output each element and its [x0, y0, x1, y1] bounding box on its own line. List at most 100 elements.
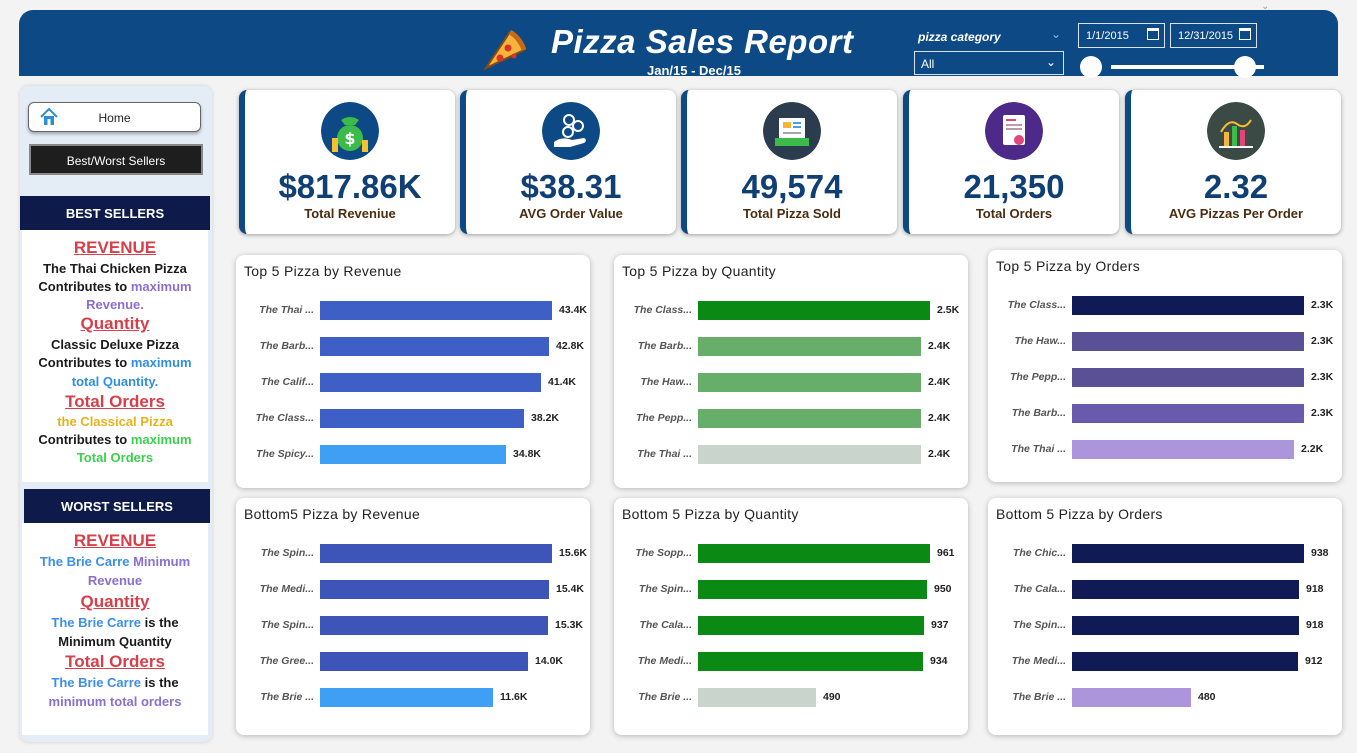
category-select[interactable]: All ⌄ [914, 51, 1064, 75]
best-worst-sellers-button[interactable]: Best/Worst Sellers [29, 144, 203, 175]
bar-category-label: The Medi... [259, 583, 314, 595]
bar[interactable] [1072, 440, 1294, 459]
bar[interactable] [320, 580, 549, 599]
end-date-input[interactable]: 12/31/2015 [1170, 23, 1257, 48]
bar[interactable] [1072, 688, 1191, 707]
bar-value-label: 918 [1306, 583, 1324, 595]
bar[interactable] [698, 409, 921, 428]
bar[interactable] [320, 445, 506, 464]
kpi-value: 49,574 [741, 168, 843, 205]
bar-row: The Calif... 41.4K [236, 373, 590, 393]
bar[interactable] [1072, 296, 1304, 315]
category-select-value: All [921, 57, 935, 71]
home-button[interactable]: Home [28, 102, 201, 132]
bar-row: The Barb... 2.3K [988, 404, 1342, 424]
bar-row: The Spin... 15.6K [236, 544, 590, 564]
bar[interactable] [320, 409, 524, 428]
start-date-input[interactable]: 1/1/2015 [1078, 23, 1165, 48]
bar-category-label: The Spin... [260, 619, 314, 631]
bar[interactable] [1072, 652, 1298, 671]
chevron-down-icon[interactable]: ⌄ [1051, 27, 1061, 41]
bar[interactable] [1072, 544, 1304, 563]
bar-row: The Brie ... 480 [988, 688, 1342, 708]
date-slider-start-handle[interactable] [1080, 56, 1102, 78]
bar-category-label: The Barb... [259, 340, 314, 352]
money-bag-icon: $ [321, 102, 379, 160]
bar-value-label: 2.3K [1311, 407, 1334, 419]
worst-sellers-panel: REVENUE The Brie Carre Minimum Revenue Q… [22, 523, 208, 735]
bar[interactable] [320, 652, 528, 671]
bar-category-label: The Cala... [1013, 583, 1066, 595]
bar-value-label: 961 [937, 547, 955, 559]
chart-title: Bottom 5 Pizza by Quantity [622, 506, 799, 522]
bar[interactable] [320, 544, 552, 563]
bar[interactable] [1072, 368, 1304, 387]
bar-row: The Chic... 938 [988, 544, 1342, 564]
kpi-label: AVG Order Value [519, 206, 623, 221]
chart-title: Top 5 Pizza by Orders [996, 258, 1141, 274]
best-orders-line3: Total Orders [76, 450, 154, 465]
bar[interactable] [320, 337, 549, 356]
calendar-icon[interactable] [1239, 28, 1251, 40]
chart-top5-revenue: Top 5 Pizza by Revenue The Thai ... 43.4K… [236, 255, 590, 488]
bar[interactable] [1072, 616, 1299, 635]
bar-category-label: The Spin... [260, 547, 314, 559]
bar-category-label: The Class... [633, 304, 692, 316]
bar[interactable] [698, 544, 930, 563]
chevron-down-icon: ⌄ [1045, 55, 1056, 69]
bar-category-label: The Haw... [1014, 335, 1066, 347]
chevron-down-icon[interactable]: ⌄ [1261, 1, 1269, 12]
bar[interactable] [698, 652, 923, 671]
bar-value-label: 41.4K [548, 376, 577, 388]
best-quantity-line3: total Quantity. [71, 374, 159, 389]
bar[interactable] [320, 373, 541, 392]
bar[interactable] [698, 301, 930, 320]
kpi-label: Total Reveniue [304, 206, 396, 221]
worst-orders-heading: Total Orders [65, 652, 165, 671]
bar-row: The Cala... 937 [614, 616, 968, 636]
bar[interactable] [698, 580, 927, 599]
receipt-icon [763, 102, 821, 160]
bar-value-label: 490 [823, 691, 841, 703]
worst-quantity-line1: The Brie Carre is the [51, 615, 179, 630]
kpi-total-revenue: $ $817.86K Total Reveniue [239, 90, 455, 234]
bar[interactable] [1072, 404, 1304, 423]
bar-chart-icon [1207, 102, 1265, 160]
bar-row: The Medi... 15.4K [236, 580, 590, 600]
bar-category-label: The Pepp... [635, 412, 692, 424]
calendar-icon[interactable] [1147, 28, 1159, 40]
bar-value-label: 918 [1306, 619, 1324, 631]
bar[interactable] [698, 373, 921, 392]
chart-bottom5-revenue: Bottom5 Pizza by Revenue The Spin... 15.6… [236, 498, 590, 735]
worst-orders-line2: minimum total orders [48, 694, 182, 709]
bar-row: The Sopp... 961 [614, 544, 968, 564]
bar[interactable] [1072, 580, 1299, 599]
worst-revenue-heading: REVENUE [73, 531, 157, 550]
bar-value-label: 912 [1305, 655, 1323, 667]
sidebar: Home Best/Worst Sellers BEST SELLERS REV… [20, 86, 212, 742]
date-slider-end-handle[interactable] [1234, 56, 1256, 78]
kpi-total-orders: 21,350 Total Orders [903, 90, 1119, 234]
bar-value-label: 2.3K [1311, 299, 1334, 311]
bar[interactable] [1072, 332, 1304, 351]
worst-orders-line1: The Brie Carre is the [51, 675, 179, 690]
bar-category-label: The Cala... [639, 619, 692, 631]
bar-value-label: 43.4K [559, 304, 588, 316]
bar-value-label: 938 [1311, 547, 1329, 559]
bar-value-label: 15.3K [555, 619, 584, 631]
bar-row: The Medi... 912 [988, 652, 1342, 672]
bar[interactable] [320, 616, 548, 635]
bar[interactable] [320, 688, 493, 707]
bar-category-label: The Thai ... [259, 304, 314, 316]
bar-category-label: The Spin... [1012, 619, 1066, 631]
bar-category-label: The Thai ... [637, 448, 692, 460]
bar[interactable] [698, 337, 921, 356]
bar[interactable] [698, 616, 924, 635]
bar[interactable] [320, 301, 552, 320]
bar-value-label: 11.6K [500, 691, 528, 703]
worst-quantity-heading: Quantity [80, 592, 150, 611]
chart-title: Top 5 Pizza by Revenue [244, 263, 402, 279]
bar[interactable] [698, 688, 816, 707]
bar[interactable] [698, 445, 921, 464]
best-orders-pizza: the Classical Pizza [57, 414, 173, 429]
